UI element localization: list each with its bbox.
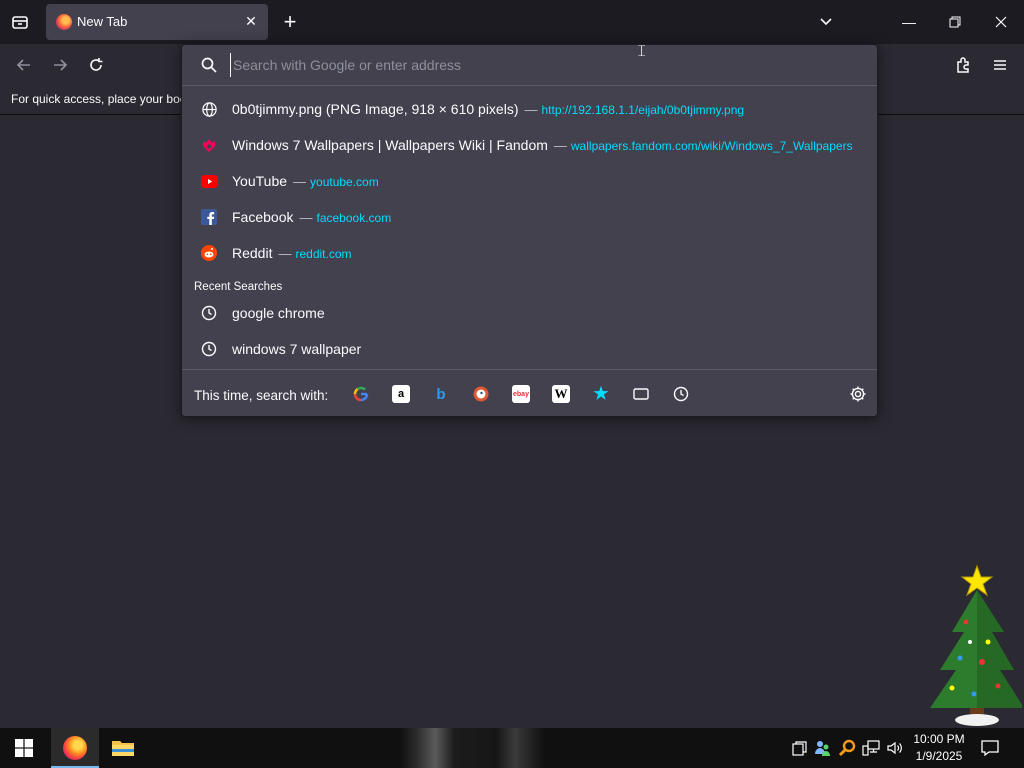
network-icon[interactable]: [862, 739, 880, 757]
folder-icon: [112, 741, 134, 756]
globe-icon: [200, 100, 218, 118]
restore-button[interactable]: [932, 0, 978, 44]
result-url: youtube.com: [310, 175, 379, 189]
magnifier-icon[interactable]: [838, 739, 856, 757]
result-title: Reddit: [232, 245, 273, 261]
reload-icon: [90, 58, 103, 71]
desktop-wallpaper-strip: [400, 728, 560, 768]
clock-date: 1/9/2025: [915, 749, 963, 763]
result-separator: —: [553, 138, 567, 153]
tab-new-tab[interactable]: New Tab ✕: [46, 4, 268, 40]
result-separator: —: [524, 102, 538, 117]
restore-icon: [949, 16, 961, 28]
firefox-icon: [63, 736, 87, 760]
result-separator: —: [293, 174, 307, 189]
result-separator: —: [278, 246, 292, 261]
minimize-button[interactable]: —: [886, 0, 932, 44]
plus-icon: +: [283, 9, 297, 34]
one-off-label: This time, search with:: [194, 388, 329, 403]
new-tab-button[interactable]: +: [275, 7, 305, 37]
close-icon: [995, 16, 1007, 28]
result-row[interactable]: YouTube — youtube.com: [188, 163, 873, 199]
task-view-icon[interactable]: [790, 739, 808, 757]
tab-strip: New Tab ✕ + —: [0, 0, 1024, 44]
back-arrow-icon: [16, 59, 30, 71]
reddit-icon: [200, 244, 218, 262]
recent-search-text: windows 7 wallpaper: [232, 341, 362, 357]
recent-search-row[interactable]: windows 7 wallpaper: [188, 331, 873, 367]
notification-center-icon[interactable]: [980, 738, 1000, 758]
tab-title: New Tab: [77, 14, 128, 29]
text-cursor-icon: 𝙸: [636, 43, 648, 60]
recent-searches-header: Recent Searches: [194, 281, 283, 293]
youtube-icon: [200, 172, 218, 190]
minimize-icon: —: [902, 14, 916, 30]
bookmarks-star-icon[interactable]: ★: [592, 384, 610, 403]
windows-logo-icon: [15, 739, 33, 757]
gear-icon[interactable]: [849, 385, 867, 403]
wikipedia-icon[interactable]: W: [552, 385, 570, 403]
taskbar: 10:00 PM 1/9/2025: [0, 728, 1024, 768]
result-title: Facebook: [232, 209, 294, 225]
chevron-down-icon: [820, 18, 832, 26]
result-row[interactable]: Reddit — reddit.com: [188, 235, 873, 271]
search-icon: [201, 57, 217, 73]
app-menu-button[interactable]: [986, 51, 1014, 79]
result-url: wallpapers.fandom.com/wiki/Windows_7_Wal…: [570, 139, 853, 153]
result-separator: —: [299, 210, 313, 225]
taskbar-file-explorer-button[interactable]: [99, 728, 147, 768]
facebook-icon: [200, 208, 218, 226]
extensions-button[interactable]: [950, 51, 978, 79]
urlbar-panel: 0b0tjimmy.png (PNG Image, 918 × 610 pixe…: [181, 44, 878, 417]
history-icon[interactable]: [672, 385, 690, 403]
bookmarks-hint-text: For quick access, place your boc: [11, 92, 186, 106]
list-all-tabs-button[interactable]: [811, 7, 841, 37]
close-window-button[interactable]: [978, 0, 1024, 44]
result-row[interactable]: 0b0tjimmy.png (PNG Image, 918 × 610 pixe…: [188, 91, 873, 127]
volume-icon[interactable]: [886, 739, 904, 757]
back-button[interactable]: [10, 51, 38, 79]
reload-button[interactable]: [82, 51, 110, 79]
taskbar-clock[interactable]: 10:00 PM 1/9/2025: [908, 731, 970, 765]
urlbar-input-row: [182, 45, 877, 86]
amazon-icon[interactable]: a: [392, 385, 410, 403]
ebay-icon[interactable]: ebay: [512, 385, 530, 403]
forward-arrow-icon: [54, 59, 68, 71]
puzzle-icon: [957, 57, 969, 73]
bing-icon[interactable]: b: [432, 385, 450, 403]
clock-icon: [200, 304, 218, 322]
close-tab-icon[interactable]: ✕: [242, 12, 260, 30]
firefox-view-button[interactable]: [5, 7, 35, 37]
result-row[interactable]: Windows 7 Wallpapers | Wallpapers Wiki |…: [188, 127, 873, 163]
clock-time: 10:00 PM: [913, 732, 965, 746]
result-title: Windows 7 Wallpapers | Wallpapers Wiki |…: [232, 137, 548, 153]
network-people-icon[interactable]: [814, 739, 832, 757]
taskbar-firefox-button[interactable]: [51, 728, 99, 768]
firefox-view-icon: [12, 16, 28, 29]
result-title: 0b0tjimmy.png (PNG Image, 918 × 610 pixe…: [232, 101, 519, 117]
result-url: facebook.com: [316, 211, 392, 225]
result-title: YouTube: [232, 173, 288, 189]
address-input[interactable]: [230, 53, 855, 77]
result-row[interactable]: Facebook — facebook.com: [188, 199, 873, 235]
one-off-search-bar: This time, search with: a b ebay W ★: [182, 369, 877, 418]
fandom-icon: [200, 136, 218, 154]
recent-search-row[interactable]: google chrome: [188, 295, 873, 331]
result-url: reddit.com: [295, 247, 352, 261]
result-url: http://192.168.1.1/eijah/0b0tjimmy.png: [541, 103, 745, 117]
clock-icon: [200, 340, 218, 358]
recent-search-text: google chrome: [232, 305, 325, 321]
hamburger-icon: [994, 60, 1006, 70]
tabs-icon[interactable]: [632, 385, 650, 403]
forward-button[interactable]: [46, 51, 74, 79]
start-button[interactable]: [0, 728, 48, 768]
google-icon[interactable]: [352, 385, 370, 403]
duckduckgo-icon[interactable]: [472, 385, 490, 403]
firefox-icon: [56, 14, 72, 30]
christmas-tree-icon: [930, 564, 1022, 726]
